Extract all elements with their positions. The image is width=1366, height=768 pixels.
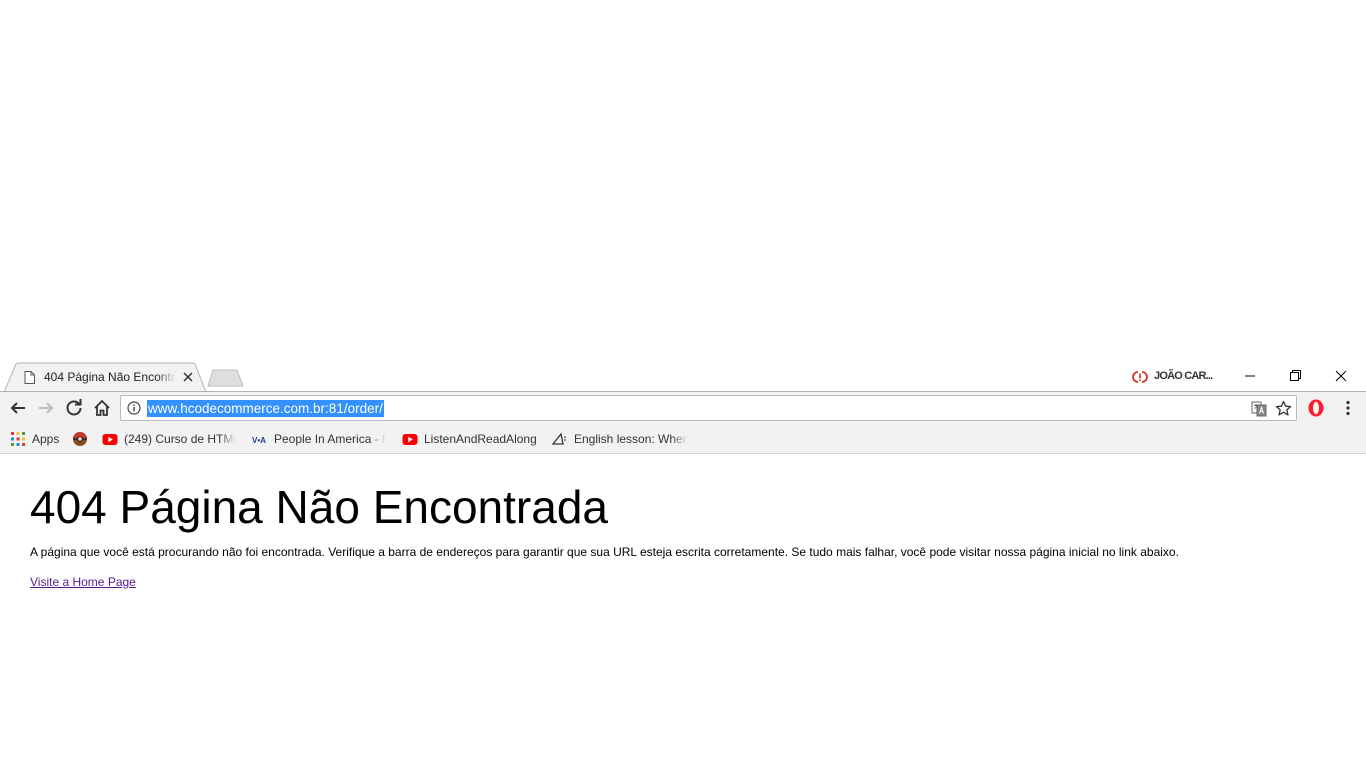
browser-window: 404 Página Não Encontrada JOÃO CAR... (0, 362, 1366, 454)
restore-button[interactable] (1272, 362, 1318, 390)
voa-icon: V•A (252, 436, 266, 445)
sync-error-icon (1132, 371, 1148, 383)
tab-strip: 404 Página Não Encontrada JOÃO CAR... (0, 362, 1366, 392)
back-arrow-icon[interactable] (6, 396, 30, 420)
profile-button[interactable]: JOÃO CAR... (1132, 368, 1222, 386)
tab-close-icon[interactable] (182, 371, 194, 383)
bookmark-label: ListenAndReadAlong (424, 432, 536, 446)
forward-arrow-icon[interactable] (34, 396, 58, 420)
more-menu-icon[interactable] (1338, 398, 1358, 418)
page-title: 404 Página Não Encontrada (30, 481, 608, 533)
reload-icon[interactable] (62, 396, 86, 420)
bookmark-curso-html[interactable]: (249) Curso de HTML (102, 430, 238, 448)
home-page-link[interactable]: Visite a Home Page (30, 575, 136, 589)
bookmark-label: Apps (32, 432, 60, 446)
profile-name: JOÃO CAR... (1154, 370, 1213, 382)
bookmark-label: People In America - E (274, 432, 386, 446)
bookmark-star-icon[interactable] (1275, 400, 1292, 417)
bookmark-label: English lesson: Where (574, 432, 688, 446)
svg-text:V•A: V•A (252, 436, 266, 445)
toolbar: www.hcodecommerce.com.br:81/order/ (0, 392, 1366, 425)
opera-extension-icon[interactable] (1306, 398, 1326, 418)
info-icon[interactable] (127, 401, 141, 415)
address-bar[interactable]: www.hcodecommerce.com.br:81/order/ (120, 395, 1297, 421)
bookmark-apps[interactable]: Apps (10, 430, 66, 448)
minimize-button[interactable] (1227, 362, 1273, 390)
bookmarks-bar: Apps (249) Curso de HTML V•A People In A… (0, 425, 1366, 453)
bookmark-people-in-america[interactable]: V•A People In America - E (252, 430, 388, 448)
new-tab-button[interactable] (207, 369, 245, 387)
translate-icon[interactable] (1251, 401, 1267, 417)
home-icon[interactable] (90, 396, 114, 420)
page-icon (24, 371, 35, 384)
close-window-button[interactable] (1318, 362, 1364, 390)
apps-grid-icon (11, 432, 25, 446)
tab-title: 404 Página Não Encontrada (44, 370, 176, 384)
triangle-icon (552, 432, 566, 445)
bookmark-english-lesson[interactable]: English lesson: Where (552, 430, 690, 448)
youtube-icon (402, 434, 418, 445)
bookmark-listen-and-read[interactable]: ListenAndReadAlong (402, 430, 538, 448)
youtube-icon (102, 434, 118, 445)
desktop-blank-area (0, 0, 1366, 362)
address-bar-url[interactable]: www.hcodecommerce.com.br:81/order/ (147, 400, 384, 417)
pokeball-icon (73, 432, 87, 446)
page-content: 404 Página Não Encontrada A página que v… (0, 454, 1366, 768)
bookmark-pokeball[interactable] (72, 430, 92, 448)
bookmark-label: (249) Curso de HTML (124, 432, 236, 446)
error-message: A página que você está procurando não fo… (30, 545, 1179, 559)
